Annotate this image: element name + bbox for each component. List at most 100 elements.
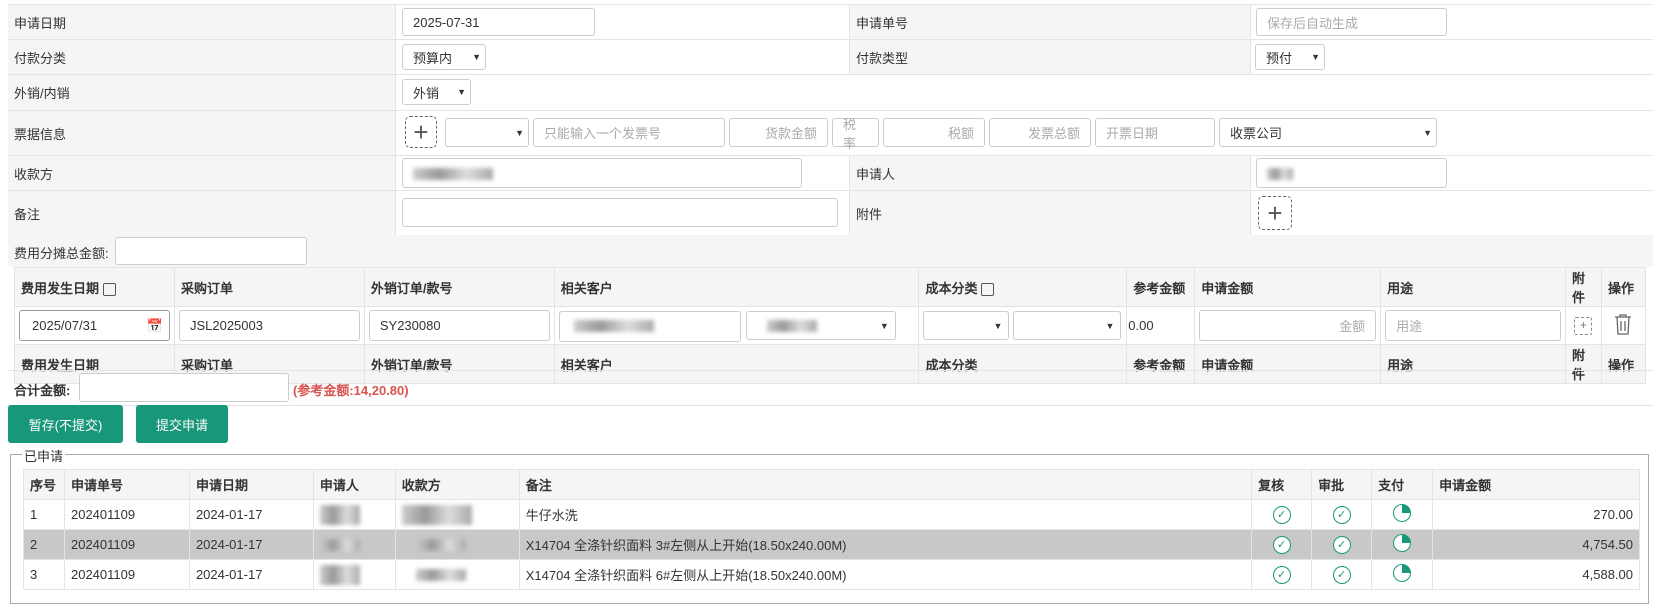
blurred-text (401, 505, 472, 525)
col-purchase-order: 采购订单 (173, 267, 365, 307)
invoice-total-input[interactable]: 发票总额 (989, 118, 1091, 147)
submit-button[interactable]: 提交申请 (136, 405, 228, 443)
row-amount: 4,754.50 (1432, 529, 1640, 560)
col-action: 操作 (1600, 267, 1647, 307)
cost-category-select[interactable]: ▼ (923, 311, 1010, 340)
receiver-company-value: 收票公司 (1230, 126, 1283, 141)
amount-input[interactable]: 金额 (1199, 310, 1377, 341)
review-cell: ✓ (1251, 559, 1313, 590)
row-remark: X14704 全涤针织面料 3#左侧从上开始(18.50x240.00M) (518, 529, 1253, 560)
payee-input[interactable] (402, 158, 802, 188)
row-invoice: 票据信息 + ▼ 只能输入一个发票号 货款金额 税率 税额 发票总额 开票日期 … (8, 110, 1653, 155)
add-file-icon[interactable]: + (1574, 316, 1593, 335)
row-applicant (312, 499, 396, 530)
row-date: 2024-01-17 (188, 559, 314, 590)
sum-input[interactable] (79, 373, 289, 402)
remark-input[interactable] (402, 198, 838, 227)
table-row[interactable]: 2 202401109 2024-01-17 X14704 全涤针织面料 3#左… (23, 529, 1640, 560)
tax-rate-input[interactable]: 税率 (832, 117, 879, 151)
apply-date-label: 申请日期 (8, 5, 396, 39)
customer-input[interactable] (558, 311, 741, 342)
sales-order-input[interactable]: SY230080 (368, 310, 550, 341)
row-no: 2 (23, 529, 65, 560)
invoice-date-input[interactable]: 开票日期 (1095, 118, 1215, 147)
purchase-order-input[interactable]: JSL2025003 (178, 310, 360, 341)
receiver-company-select[interactable]: 收票公司 ▼ (1219, 118, 1437, 147)
save-draft-button[interactable]: 暂存(不提交) (8, 405, 123, 443)
trash-icon[interactable] (1612, 312, 1634, 336)
pay-type-select[interactable]: 预付 ▼ (1255, 44, 1325, 70)
applied-header-row: 序号 申请单号 申请日期 申请人 收款方 备注 复核 审批 支付 申请金额 (23, 469, 1640, 500)
row-amount: 270.00 (1432, 499, 1640, 530)
row-date: 2024-01-17 (188, 529, 314, 560)
date-value: 2025/07/31 (32, 318, 98, 333)
col-pay: 支付 (1371, 469, 1434, 500)
calendar-icon: 📅 (146, 317, 163, 333)
applied-legend: 已申请 (22, 446, 66, 465)
allocation-total-label: 费用分摊总金额: (14, 246, 109, 261)
col-remark: 备注 (518, 469, 1253, 500)
pay-type-value: 预付 (1266, 50, 1293, 66)
invoice-type-select[interactable]: ▼ (445, 118, 529, 147)
row-payee (394, 559, 520, 590)
blurred-text (319, 565, 360, 585)
pie-progress-icon (1393, 504, 1412, 522)
col-attachment: 附件 (1564, 267, 1602, 307)
col-usage: 用途 (1380, 267, 1566, 307)
attachment-label: 附件 (849, 191, 1251, 235)
check-circle-icon: ✓ (1272, 565, 1291, 584)
blurred-text (1267, 168, 1293, 180)
row-id: 202401109 (63, 529, 190, 560)
check-circle-icon: ✓ (1272, 505, 1291, 524)
ref-amount-cell: 0.00 (1126, 306, 1196, 345)
row-no: 3 (23, 559, 65, 590)
cost-subcategory-select[interactable]: ▼ (1013, 311, 1122, 340)
row-sales: 外销/内销 外销 ▼ (8, 74, 1653, 110)
applicant-input[interactable] (1256, 158, 1447, 188)
usage-input[interactable]: 用途 (1385, 310, 1561, 341)
col-sales-order: 外销订单/款号 (363, 267, 555, 307)
blurred-text (573, 320, 654, 332)
po-cell: JSL2025003 (173, 306, 365, 345)
payee-label: 收款方 (8, 156, 396, 190)
date-input[interactable]: 2025/07/31 📅 (19, 310, 170, 341)
goods-amount-input[interactable]: 货款金额 (729, 118, 828, 147)
allocation-total-input[interactable] (115, 237, 307, 265)
col-review: 复核 (1251, 469, 1313, 500)
approve-cell: ✓ (1311, 499, 1373, 530)
row-remark: 牛仔水洗 (518, 499, 1253, 530)
cost-checkbox[interactable] (981, 282, 995, 296)
col-approve: 审批 (1311, 469, 1373, 500)
chevron-down-icon: ▼ (879, 320, 889, 331)
add-invoice-icon[interactable]: + (405, 116, 437, 148)
row-id: 202401109 (63, 559, 190, 590)
row-pay-category: 付款分类 预算内 ▼ 付款类型 预付 ▼ (8, 39, 1653, 74)
col-apply-date: 申请日期 (188, 469, 314, 500)
row-amount: 4,588.00 (1432, 559, 1640, 590)
apply-date-input[interactable]: 2025-07-31 (402, 8, 595, 36)
row-applicant (312, 529, 396, 560)
add-attachment-icon[interactable]: + (1258, 196, 1292, 230)
pay-category-select[interactable]: 预算内 ▼ (402, 44, 486, 70)
pay-cell (1371, 499, 1434, 530)
sales-value: 外销 (413, 85, 440, 101)
table-row[interactable]: 1 202401109 2024-01-17 牛仔水洗 ✓ ✓ 270.00 (23, 499, 1640, 530)
apply-no-input[interactable]: 保存后自动生成 (1256, 8, 1447, 36)
col-payee: 收款方 (394, 469, 520, 500)
row-id: 202401109 (63, 499, 190, 530)
col-customer: 相关客户 (553, 267, 920, 307)
chevron-down-icon: ▼ (993, 320, 1003, 331)
col-amount: 申请金额 (1194, 267, 1382, 307)
col-cost-category: 成本分类 (918, 267, 1128, 307)
pay-cell (1371, 529, 1434, 560)
chevron-down-icon: ▼ (457, 87, 466, 97)
date-checkbox[interactable] (102, 282, 116, 296)
invoice-no-input[interactable]: 只能输入一个发票号 (533, 118, 725, 147)
table-row[interactable]: 3 202401109 2024-01-17 X14704 全涤针织面料 6#左… (23, 559, 1640, 590)
customer-select[interactable]: ▼ (745, 311, 896, 340)
tax-input[interactable]: 税额 (883, 118, 985, 147)
sales-select[interactable]: 外销 ▼ (402, 79, 471, 105)
blurred-text (415, 539, 466, 551)
col-apply-no: 申请单号 (63, 469, 190, 500)
sales-label: 外销/内销 (8, 75, 396, 110)
